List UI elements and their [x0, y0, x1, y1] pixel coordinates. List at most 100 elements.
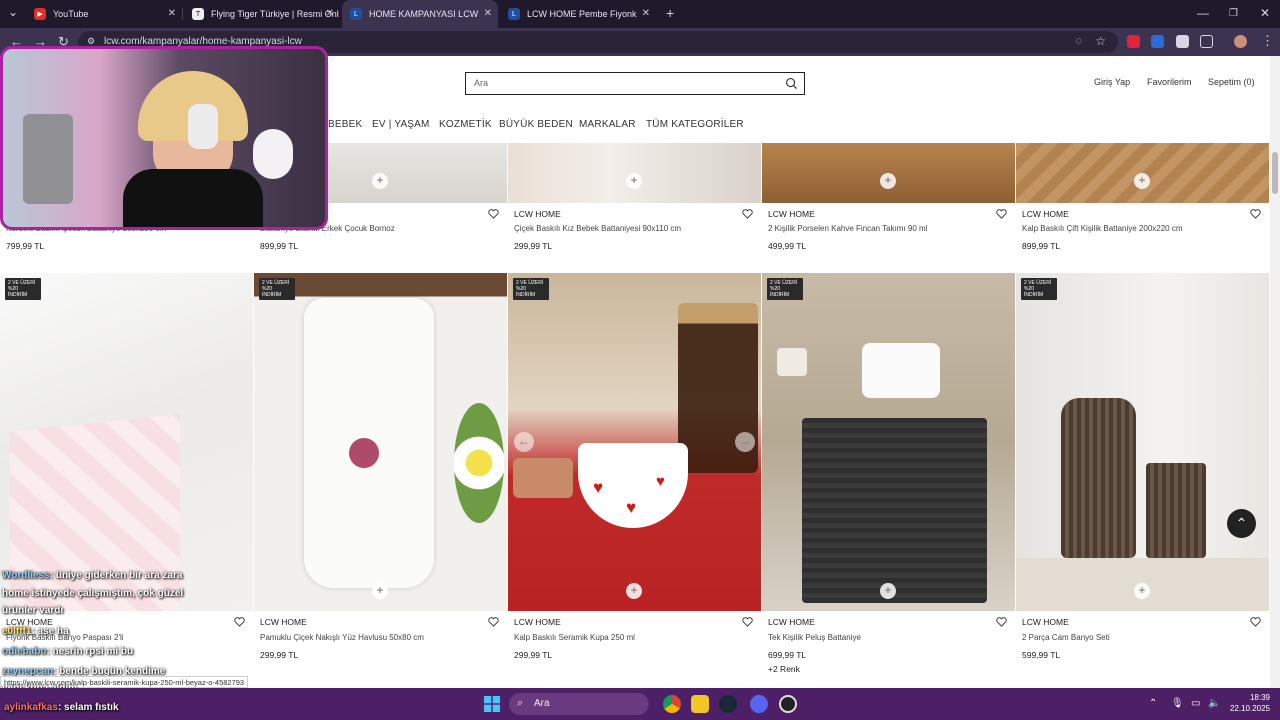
scroll-to-top-button[interactable]: ⌃: [1227, 509, 1256, 538]
heart-icon[interactable]: [996, 209, 1007, 219]
nav-tum-kategoriler[interactable]: TÜM KATEGORİLER: [646, 119, 744, 130]
close-icon[interactable]: ✕: [484, 8, 492, 19]
product-card[interactable]: + LCW HOME Çiçek Baskılı Kız Bebek Batta…: [508, 143, 761, 263]
product-name[interactable]: 2 Parça Cam Banyo Seti: [1022, 633, 1110, 642]
carousel-prev-icon[interactable]: ←: [514, 432, 534, 452]
product-image[interactable]: +: [508, 143, 761, 203]
tab-title: Flying Tiger Türkiye | Resmi Onl: [211, 9, 339, 19]
product-card[interactable]: + LCW HOME 2 Kişilik Porselen Kahve Finc…: [762, 143, 1015, 263]
obs-icon[interactable]: [779, 695, 797, 713]
nav-buyuk-beden[interactable]: BÜYÜK BEDEN: [499, 119, 573, 130]
product-name[interactable]: Pamuklu Çiçek Nakışlı Yüz Havlusu 50x80 …: [260, 633, 424, 642]
search-input[interactable]: Ara: [465, 72, 805, 95]
tab-search-icon[interactable]: ⌄: [8, 5, 18, 19]
product-card[interactable]: 2 VE ÜZERİ %20 İNDİRİM + LCW HOME Tek Ki…: [762, 273, 1015, 683]
login-link[interactable]: Giriş Yap: [1094, 77, 1130, 87]
heart-icon[interactable]: [742, 209, 753, 219]
nav-kozmetik[interactable]: KOZMETİK: [439, 119, 492, 130]
chat-message: Wordliess: üniye giderken bir ara zara: [2, 570, 182, 581]
search-icon[interactable]: [785, 77, 798, 90]
tab-youtube[interactable]: ▶ YouTube ✕: [26, 0, 182, 28]
product-image[interactable]: 2 VE ÜZERİ %20 İNDİRİM +: [254, 273, 507, 611]
product-image[interactable]: 2 VE ÜZERİ %20 İNDİRİM +: [1016, 273, 1269, 611]
microphone-icon[interactable]: 🎙: [1171, 698, 1184, 709]
bookmark-star-icon[interactable]: ☆: [1095, 34, 1106, 48]
add-to-cart-icon[interactable]: +: [372, 173, 388, 189]
add-to-cart-icon[interactable]: +: [626, 583, 642, 599]
headphones-icon: [188, 104, 218, 149]
add-to-cart-icon[interactable]: +: [372, 583, 388, 599]
page-scrollbar[interactable]: [1270, 56, 1280, 688]
product-name[interactable]: Tek Kişilik Peluş Battaniye: [768, 633, 861, 642]
tab-lcw-pembe-fiyonk[interactable]: L LCW HOME Pembe Fiyonk Bask ✕: [500, 0, 656, 28]
file-explorer-icon[interactable]: [691, 695, 709, 713]
nav-markalar[interactable]: MARKALAR: [579, 119, 636, 130]
product-card[interactable]: ♥ ♥ ♥ 2 VE ÜZERİ %20 İNDİRİM ← → + LCW H…: [508, 273, 761, 683]
product-brand: LCW HOME: [1022, 617, 1069, 627]
product-image[interactable]: 2 VE ÜZERİ %20 İNDİRİM +: [762, 273, 1015, 611]
heart-icon[interactable]: [742, 617, 753, 627]
discord-icon[interactable]: [750, 695, 768, 713]
heart-print-image: ♥: [593, 478, 604, 497]
extensions-puzzle-icon[interactable]: [1200, 35, 1213, 48]
heart-icon[interactable]: [996, 617, 1007, 627]
windows-taskbar: aylinkafkas: selam fıstık ⌕ Ara ⌃ 🎙 ▭ 🔈 …: [0, 688, 1280, 720]
product-card[interactable]: 2 VE ÜZERİ %20 İNDİRİM + LCW HOME 2 Parç…: [1016, 273, 1269, 683]
close-icon[interactable]: ✕: [642, 8, 650, 19]
tray-chevron-icon[interactable]: ⌃: [1149, 698, 1157, 709]
lcw-icon: L: [350, 8, 362, 20]
minimize-icon[interactable]: —: [1197, 6, 1209, 20]
close-icon[interactable]: ✕: [168, 8, 176, 19]
chat-text: : üniye giderken bir ara zara: [49, 570, 183, 581]
menu-kebab-icon[interactable]: ⋮: [1261, 33, 1274, 49]
window-close-icon[interactable]: ✕: [1260, 6, 1270, 20]
heart-icon[interactable]: [488, 617, 499, 627]
carousel-next-icon[interactable]: →: [735, 432, 755, 452]
network-icon[interactable]: ▭: [1191, 698, 1200, 709]
favorites-link[interactable]: Favorilerim: [1147, 77, 1192, 87]
scrollbar-thumb[interactable]: [1272, 152, 1278, 194]
tab-home-kampanyasi[interactable]: L HOME KAMPANYASI LCW | LCW ✕: [342, 0, 498, 28]
profile-avatar[interactable]: [1234, 35, 1247, 48]
chat-message: home istinyede çalışmıştım, çok güzel: [2, 588, 183, 599]
heart-icon[interactable]: [1250, 209, 1261, 219]
steam-icon[interactable]: [719, 695, 737, 713]
product-image[interactable]: +: [1016, 143, 1269, 203]
product-image[interactable]: 2 VE ÜZERİ %20 İNDİRİM: [0, 273, 253, 611]
restore-icon[interactable]: ❐: [1229, 8, 1238, 19]
product-name[interactable]: Kalp Baskılı Seramik Kupa 250 ml: [514, 633, 635, 642]
windows-start-icon[interactable]: [484, 696, 500, 712]
product-name[interactable]: 2 Kişilik Porselen Kahve Fincan Takımı 9…: [768, 224, 927, 233]
extension-icon-shield[interactable]: [1176, 35, 1189, 48]
chat-message: ürünler vardı: [2, 605, 63, 616]
eye-off-icon[interactable]: ◌: [1075, 35, 1082, 47]
product-card[interactable]: + LCW HOME Kalp Baskılı Çift Kişilik Bat…: [1016, 143, 1269, 263]
close-icon[interactable]: ✕: [326, 8, 334, 19]
nav-ev-yasam[interactable]: EV | YAŞAM: [372, 119, 430, 130]
product-card[interactable]: 2 VE ÜZERİ %20 İNDİRİM LCW HOME Fiyonk B…: [0, 273, 253, 683]
chrome-icon[interactable]: [663, 695, 681, 713]
color-count[interactable]: +2 Renk: [768, 664, 800, 674]
tab-flying-tiger[interactable]: T Flying Tiger Türkiye | Resmi Onl ✕: [184, 0, 340, 28]
new-tab-icon[interactable]: +: [666, 5, 674, 21]
product-image[interactable]: ♥ ♥ ♥ 2 VE ÜZERİ %20 İNDİRİM ← → +: [508, 273, 761, 611]
heart-icon[interactable]: [488, 209, 499, 219]
product-card[interactable]: 2 VE ÜZERİ %20 İNDİRİM + LCW HOME Pamukl…: [254, 273, 507, 683]
extension-icon-blue[interactable]: [1151, 35, 1164, 48]
add-to-cart-icon[interactable]: +: [1134, 173, 1150, 189]
product-name[interactable]: Çiçek Baskılı Kız Bebek Battaniyesi 90x1…: [514, 224, 681, 233]
product-name[interactable]: Kalp Baskılı Çift Kişilik Battaniye 200x…: [1022, 224, 1183, 233]
taskbar-clock[interactable]: 18:39 22.10.2025: [1230, 692, 1270, 714]
heart-icon[interactable]: [1250, 617, 1261, 627]
cart-link[interactable]: Sepetim (0): [1208, 77, 1255, 87]
taskbar-search[interactable]: ⌕ Ara: [509, 693, 649, 715]
add-to-cart-icon[interactable]: +: [626, 173, 642, 189]
nav-bebek[interactable]: BEBEK: [328, 119, 362, 130]
volume-icon[interactable]: 🔈: [1208, 698, 1220, 709]
add-to-cart-icon[interactable]: +: [880, 173, 896, 189]
extension-icon-red[interactable]: [1127, 35, 1140, 48]
add-to-cart-icon[interactable]: +: [1134, 583, 1150, 599]
product-image[interactable]: +: [762, 143, 1015, 203]
add-to-cart-icon[interactable]: +: [880, 583, 896, 599]
heart-icon[interactable]: [234, 617, 245, 627]
